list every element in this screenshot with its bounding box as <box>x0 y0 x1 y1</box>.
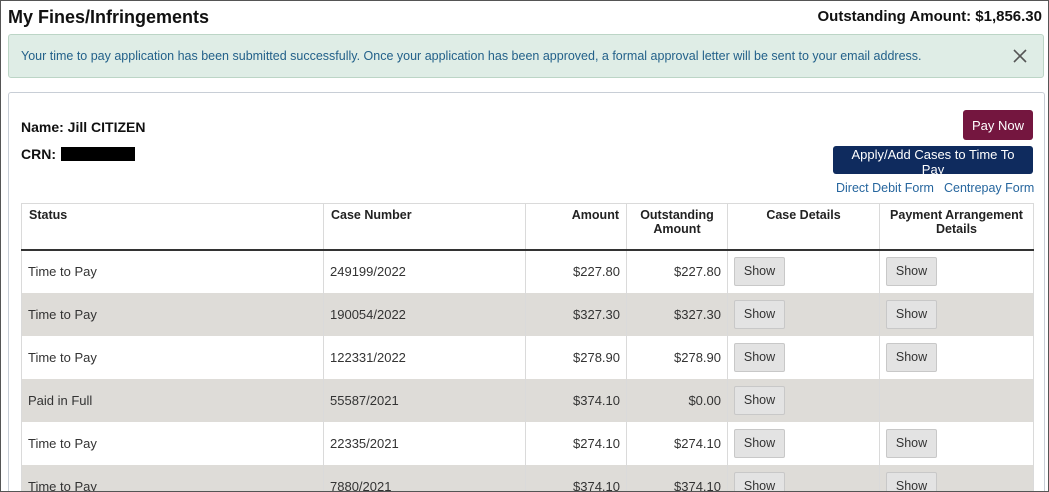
cell-case-details: Show <box>727 378 880 422</box>
cell-outstanding: $274.10 <box>626 421 728 465</box>
table-header-row: Status Case Number Amount Outstanding Am… <box>21 203 1034 251</box>
crn-label: CRN: <box>21 146 56 163</box>
cell-outstanding: $374.10 <box>626 464 728 491</box>
cell-status: Time to Pay <box>21 249 324 293</box>
cell-outstanding: $227.80 <box>626 249 728 293</box>
header-amount: Amount <box>525 203 627 251</box>
cell-case-number: 22335/2021 <box>323 421 526 465</box>
header-payment-line2: Details <box>936 222 977 236</box>
alert-message: Your time to pay application has been su… <box>21 49 922 63</box>
outstanding-amount-total: Outstanding Amount: $1,856.30 <box>817 8 1042 25</box>
cell-amount: $227.80 <box>525 249 627 293</box>
cell-payment-arrangement: Show <box>879 335 1034 379</box>
cell-status: Time to Pay <box>21 464 324 491</box>
show-case-details-button[interactable]: Show <box>734 385 785 415</box>
header-payment-line1: Payment Arrangement <box>890 208 1023 222</box>
crn-redacted-value <box>61 147 135 162</box>
cell-payment-arrangement: Show <box>879 421 1034 465</box>
page-title: My Fines/Infringements <box>8 7 210 27</box>
show-payment-arrangement-button[interactable]: Show <box>886 299 937 329</box>
cell-case-number: 122331/2022 <box>323 335 526 379</box>
cell-case-number: 190054/2022 <box>323 292 526 336</box>
cell-amount: $374.10 <box>525 464 627 491</box>
customer-crn: CRN: <box>21 145 135 162</box>
close-icon[interactable] <box>1010 45 1030 67</box>
table-row: Paid in Full 55587/2021 $374.10 $0.00 Show <box>21 378 1034 422</box>
cell-amount: $278.90 <box>525 335 627 379</box>
cell-status: Time to Pay <box>21 292 324 336</box>
cell-case-details: Show <box>727 249 880 293</box>
cell-amount: $374.10 <box>525 378 627 422</box>
fines-card: Name: Jill CITIZEN CRN: Pay Now Apply/Ad… <box>8 92 1045 491</box>
show-payment-arrangement-button[interactable]: Show <box>886 257 937 286</box>
cell-payment-arrangement: Show <box>879 292 1034 336</box>
show-case-details-button[interactable]: Show <box>734 428 785 458</box>
cell-status: Paid in Full <box>21 378 324 422</box>
table-row: Time to Pay 122331/2022 $278.90 $278.90 Show… <box>21 335 1034 379</box>
pay-now-button[interactable]: Pay Now <box>963 110 1033 140</box>
cell-case-number: 7880/2021 <box>323 464 526 491</box>
apply-time-to-pay-button[interactable]: Apply/Add Cases to Time To Pay <box>833 146 1033 177</box>
cell-case-number: 55587/2021 <box>323 378 526 422</box>
table-row: Time to Pay 249199/2022 $227.80 $227.80 Show… <box>21 249 1034 293</box>
direct-debit-form-link[interactable]: Direct Debit Form <box>836 181 934 195</box>
header-outstanding-line2: Amount <box>653 222 701 236</box>
show-case-details-button[interactable]: Show <box>734 257 785 286</box>
show-payment-arrangement-button[interactable]: Show <box>886 342 937 372</box>
cell-payment-arrangement <box>879 378 1034 422</box>
table-row: Time to Pay 190054/2022 $327.30 $327.30 Show… <box>21 292 1034 336</box>
cell-case-number: 249199/2022 <box>323 249 526 293</box>
cell-case-details: Show <box>727 335 880 379</box>
cell-payment-arrangement: Show <box>879 249 1034 293</box>
cell-status: Time to Pay <box>21 421 324 465</box>
show-case-details-button[interactable]: Show <box>734 471 785 491</box>
cell-case-details: Show <box>727 464 880 491</box>
table-row: Time to Pay 22335/2021 $274.10 $274.10 Show S… <box>21 421 1034 465</box>
success-alert: Your time to pay application has been su… <box>8 34 1044 78</box>
show-payment-arrangement-button[interactable]: Show <box>886 471 937 491</box>
cell-amount: $274.10 <box>525 421 627 465</box>
cell-amount: $327.30 <box>525 292 627 336</box>
customer-name: Name: Jill CITIZEN <box>21 119 146 135</box>
cell-status: Time to Pay <box>21 335 324 379</box>
show-payment-arrangement-button[interactable]: Show <box>886 428 937 458</box>
cases-table: Status Case Number Amount Outstanding Am… <box>21 203 1034 491</box>
header-case-number: Case Number <box>323 203 526 251</box>
table-row: Time to Pay 7880/2021 $374.10 $374.10 Show Sh… <box>21 464 1034 491</box>
page-frame: My Fines/Infringements Outstanding Amoun… <box>0 0 1049 492</box>
cell-case-details: Show <box>727 421 880 465</box>
header-case-details: Case Details <box>727 203 880 251</box>
show-case-details-button[interactable]: Show <box>734 342 785 372</box>
cell-payment-arrangement: Show <box>879 464 1034 491</box>
show-case-details-button[interactable]: Show <box>734 299 785 329</box>
header-outstanding-line1: Outstanding <box>640 208 714 222</box>
cell-outstanding: $0.00 <box>626 378 728 422</box>
centrepay-form-link[interactable]: Centrepay Form <box>944 181 1034 195</box>
header-payment-arrangement: Payment Arrangement Details <box>879 203 1034 251</box>
cell-outstanding: $327.30 <box>626 292 728 336</box>
cell-outstanding: $278.90 <box>626 335 728 379</box>
cell-case-details: Show <box>727 292 880 336</box>
header-status: Status <box>21 203 324 251</box>
header-outstanding-amount: Outstanding Amount <box>626 203 728 251</box>
